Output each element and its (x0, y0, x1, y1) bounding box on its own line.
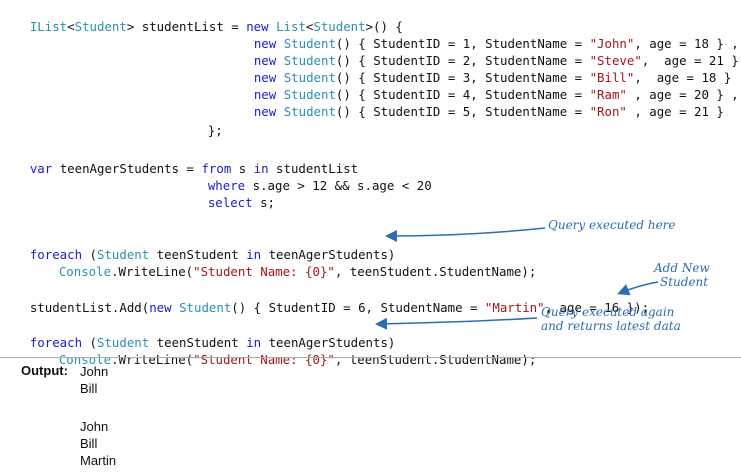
string-token: "Student Name: {0}" (193, 264, 335, 279)
output-divider (0, 357, 741, 358)
code-token: , age = 21 } (626, 104, 724, 119)
code-token: s; (252, 195, 275, 210)
output-line: Martin (80, 453, 117, 468)
code-token: studentList.Add( (29, 300, 150, 315)
type-token: Student (179, 300, 232, 315)
annotation-query-executed: Query executed here (548, 218, 676, 232)
string-token: "Ron" (589, 104, 627, 119)
code-token: () { StudentID = 5, StudentName = (335, 104, 590, 119)
code-token: }; (207, 123, 223, 138)
output-line: Bill (80, 436, 98, 451)
code-token: , teenStudent.StudentName); (334, 352, 537, 367)
code-token: () { StudentID = 6, StudentName = (231, 300, 485, 315)
keyword-token: select (207, 195, 253, 210)
type-token: Console (58, 264, 112, 279)
annotation-latest-data: and returns latest data (541, 319, 681, 333)
keyword-token: new (149, 300, 172, 315)
code-token: .WriteLine( (111, 264, 194, 279)
type-token: Student (283, 104, 336, 119)
code-line-query-select: select s; (178, 177, 275, 228)
arrow-icon (385, 227, 546, 242)
type-token: IList (29, 19, 68, 34)
keyword-token: var (29, 161, 53, 176)
string-token: "Martin" (484, 300, 545, 315)
code-line-student: new Student() { StudentID = 5, StudentNa… (224, 86, 724, 137)
code-token: < (67, 19, 75, 34)
annotation-student: Student (660, 275, 709, 289)
output-line: Bill (80, 381, 98, 396)
code-token: .WriteLine( (111, 352, 194, 367)
type-token: Student (74, 19, 127, 34)
code-token: , teenStudent.StudentName); (334, 264, 537, 279)
output-line: John (80, 419, 109, 434)
string-token: "Student Name: {0}" (193, 352, 335, 367)
output-label: Output: (21, 363, 68, 378)
annotation-executed-again: Query executed again (541, 305, 675, 319)
annotation-add-new: Add New (654, 261, 710, 275)
output-line: John (80, 364, 109, 379)
keyword-token: new (253, 104, 277, 119)
